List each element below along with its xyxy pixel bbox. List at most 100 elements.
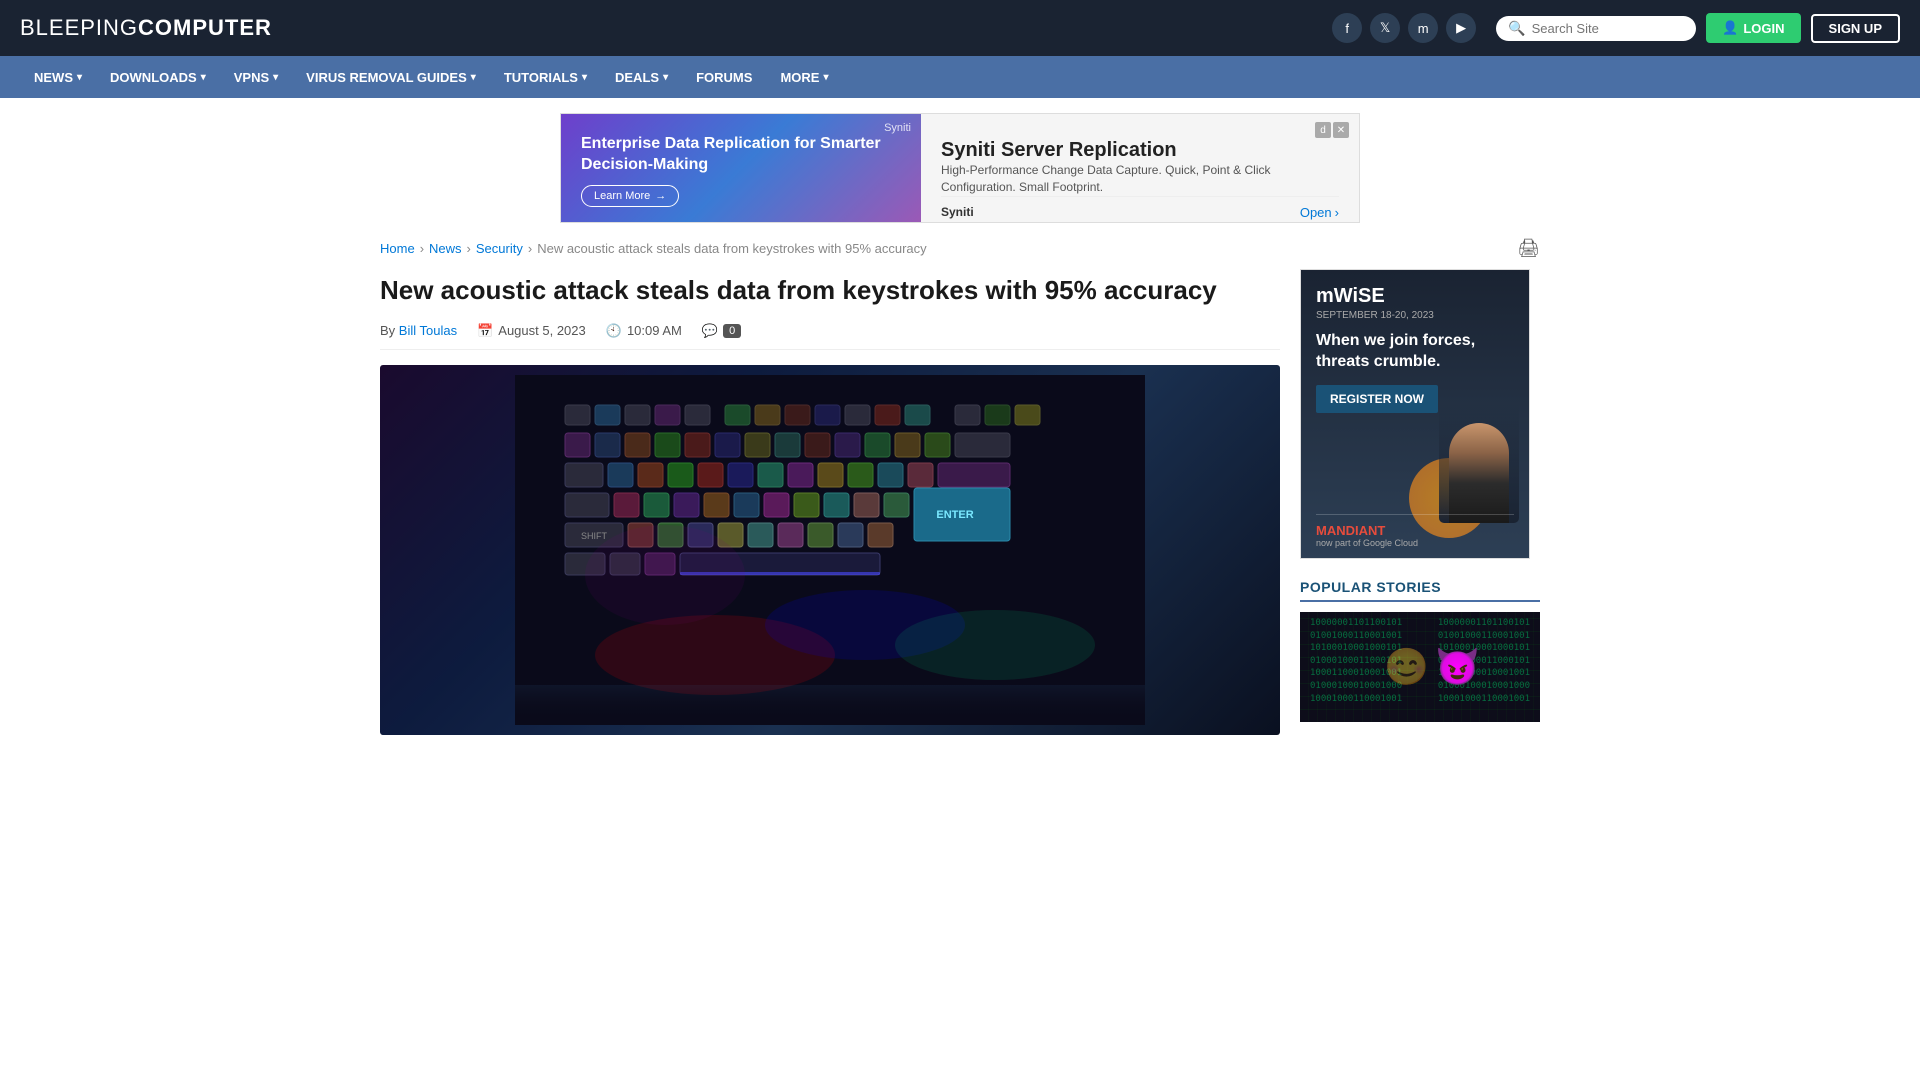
main-nav: NEWS ▾ DOWNLOADS ▾ VPNS ▾ VIRUS REMOVAL …: [0, 56, 1920, 98]
article-image: ENTER SHIFT: [380, 365, 1280, 735]
breadcrumb-bar: Home › News › Security › New acoustic at…: [360, 238, 1560, 259]
site-header: BLEEPINGCOMPUTER f 𝕏 m ▶ 🔍 👤 LOGIN SIGN …: [0, 0, 1920, 56]
ad-description: High-Performance Change Data Capture. Qu…: [941, 162, 1339, 196]
nav-forums[interactable]: FORUMS: [682, 56, 766, 98]
facebook-icon[interactable]: f: [1332, 13, 1362, 43]
time-meta: 🕙 10:09 AM: [606, 323, 682, 339]
ad-learn-more-button[interactable]: Learn More →: [581, 185, 679, 207]
sidebar-ad: mWiSE SEPTEMBER 18-20, 2023 When we join…: [1300, 269, 1530, 559]
site-logo[interactable]: BLEEPINGCOMPUTER: [20, 15, 272, 41]
popular-stories-title: POPULAR STORIES: [1300, 579, 1540, 602]
article: New acoustic attack steals data from key…: [380, 269, 1280, 755]
virus-dropdown-arrow: ▾: [471, 72, 476, 83]
code-background: 10000001101100101 01001000110001001 1010…: [1300, 612, 1540, 722]
user-icon: 👤: [1722, 20, 1738, 36]
ad-title: Syniti Server Replication: [941, 139, 1339, 162]
open-label: Open: [1300, 205, 1332, 220]
ad-footer-brand: Syniti: [941, 205, 974, 219]
article-title: New acoustic attack steals data from key…: [380, 274, 1280, 308]
nav-downloads[interactable]: DOWNLOADS ▾: [96, 56, 220, 98]
nav-more[interactable]: MORE ▾: [766, 56, 842, 98]
search-icon: 🔍: [1508, 20, 1525, 37]
arrow-icon: →: [655, 190, 666, 202]
ad-brand-label: Syniti: [884, 122, 911, 134]
mwise-logo-text: mWiSE: [1316, 285, 1514, 308]
breadcrumb-news[interactable]: News: [429, 241, 462, 256]
mwise-register-button[interactable]: REGISTER NOW: [1316, 385, 1438, 413]
calendar-icon: 📅: [477, 323, 493, 339]
nav-vpns[interactable]: VPNS ▾: [220, 56, 292, 98]
search-input[interactable]: [1532, 21, 1685, 36]
keyboard-visual: ENTER SHIFT: [380, 365, 1280, 735]
login-label: LOGIN: [1743, 21, 1784, 36]
ad-banner: Syniti Enterprise Data Replication for S…: [560, 113, 1360, 223]
ad-left-panel: Syniti Enterprise Data Replication for S…: [561, 114, 921, 222]
comments-meta: 💬 0: [702, 323, 741, 339]
deals-dropdown-arrow: ▾: [663, 72, 668, 83]
news-dropdown-arrow: ▾: [77, 72, 82, 83]
mwise-ad-content: mWiSE SEPTEMBER 18-20, 2023 When we join…: [1301, 270, 1529, 558]
mandiant-footer: MANDIANT now part of Google Cloud: [1316, 514, 1514, 548]
breadcrumb: Home › News › Security › New acoustic at…: [380, 241, 927, 256]
learn-more-label: Learn More: [594, 190, 650, 202]
login-button[interactable]: 👤 LOGIN: [1706, 13, 1800, 43]
keyboard-svg: ENTER SHIFT: [515, 375, 1145, 725]
logo-light: BLEEPING: [20, 15, 138, 40]
logo-bold: COMPUTER: [138, 15, 272, 40]
ad-controls: d ✕: [1315, 122, 1349, 138]
sidebar: mWiSE SEPTEMBER 18-20, 2023 When we join…: [1300, 269, 1540, 755]
article-time: 10:09 AM: [627, 323, 682, 338]
nav-tutorials[interactable]: TUTORIALS ▾: [490, 56, 601, 98]
breadcrumb-sep-1: ›: [420, 241, 424, 256]
vpns-dropdown-arrow: ▾: [273, 72, 278, 83]
nav-news[interactable]: NEWS ▾: [20, 56, 96, 98]
author-link[interactable]: Bill Toulas: [399, 323, 457, 338]
search-bar: 🔍: [1496, 16, 1696, 41]
comment-icon: 💬: [702, 323, 718, 339]
breadcrumb-sep-2: ›: [467, 241, 471, 256]
date-meta: 📅 August 5, 2023: [477, 323, 586, 339]
emoji-face-2: 😈: [1435, 646, 1480, 688]
ad-right-panel: d ✕ Syniti Server Replication High-Perfo…: [921, 114, 1359, 222]
mwise-person-figure: [1439, 403, 1519, 523]
nav-deals[interactable]: DEALS ▾: [601, 56, 682, 98]
main-container: New acoustic attack steals data from key…: [360, 269, 1560, 755]
header-right: f 𝕏 m ▶ 🔍 👤 LOGIN SIGN UP: [1332, 13, 1900, 43]
breadcrumb-sep-3: ›: [528, 241, 532, 256]
more-dropdown-arrow: ▾: [823, 72, 828, 83]
svg-text:ENTER: ENTER: [936, 509, 973, 521]
social-icons: f 𝕏 m ▶: [1332, 13, 1476, 43]
mwise-logo: mWiSE SEPTEMBER 18-20, 2023: [1316, 285, 1514, 331]
svg-text:SHIFT: SHIFT: [581, 531, 608, 541]
mwise-tagline: When we join forces, threats crumble.: [1316, 331, 1514, 373]
mandiant-sub: now part of Google Cloud: [1316, 538, 1514, 548]
youtube-icon[interactable]: ▶: [1446, 13, 1476, 43]
ad-footer: Syniti Open ›: [941, 196, 1339, 220]
ad-options-button[interactable]: d: [1315, 122, 1331, 138]
ad-headline: Enterprise Data Replication for Smarter …: [581, 134, 901, 176]
popular-story-image[interactable]: 10000001101100101 01001000110001001 1010…: [1300, 612, 1540, 722]
chevron-right-icon: ›: [1335, 205, 1339, 220]
article-meta: By Bill Toulas 📅 August 5, 2023 🕙 10:09 …: [380, 323, 1280, 350]
mastodon-icon[interactable]: m: [1408, 13, 1438, 43]
nav-virus-removal[interactable]: VIRUS REMOVAL GUIDES ▾: [292, 56, 490, 98]
tutorials-dropdown-arrow: ▾: [582, 72, 587, 83]
downloads-dropdown-arrow: ▾: [201, 72, 206, 83]
breadcrumb-home[interactable]: Home: [380, 241, 415, 256]
author-label: By Bill Toulas: [380, 323, 457, 338]
twitter-icon[interactable]: 𝕏: [1370, 13, 1400, 43]
ad-close-button[interactable]: ✕: [1333, 122, 1349, 138]
breadcrumb-current: New acoustic attack steals data from key…: [537, 241, 926, 256]
comment-count[interactable]: 0: [723, 324, 741, 338]
mandiant-logo: MANDIANT: [1316, 523, 1514, 538]
breadcrumb-security[interactable]: Security: [476, 241, 523, 256]
article-date: August 5, 2023: [498, 323, 585, 338]
person-silhouette: [1449, 423, 1509, 523]
clock-icon: 🕙: [606, 323, 622, 339]
signup-button[interactable]: SIGN UP: [1811, 14, 1900, 43]
mwise-date: SEPTEMBER 18-20, 2023: [1316, 310, 1514, 321]
popular-stories: POPULAR STORIES 10000001101100101 010010…: [1300, 579, 1540, 722]
emoji-face-1: 😊: [1384, 646, 1429, 688]
ad-open-link[interactable]: Open ›: [1300, 205, 1339, 220]
print-icon[interactable]: 🖨: [1517, 238, 1540, 259]
